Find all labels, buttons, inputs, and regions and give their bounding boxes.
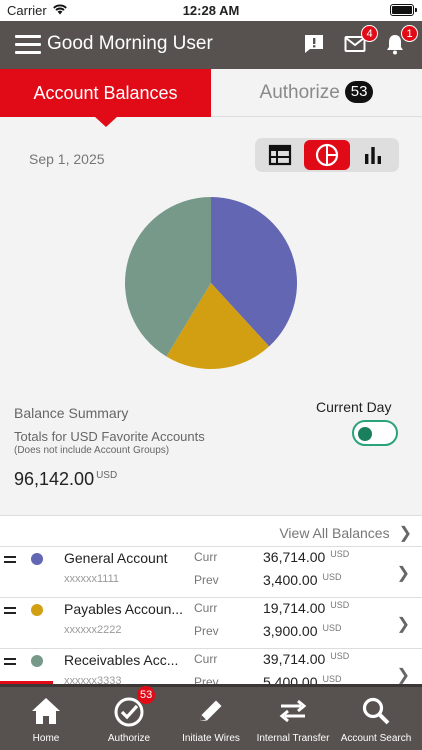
balance-summary-subtitle: Totals for USD Favorite Accounts: [14, 429, 205, 444]
chevron-right-icon: ❯: [398, 525, 412, 542]
curr-amount: 39,714.00 USD: [263, 651, 350, 667]
messages-badge: 4: [361, 25, 378, 42]
prev-amount: 3,900.00 USD: [263, 623, 342, 639]
drag-handle-icon[interactable]: [4, 556, 16, 564]
view-all-balances-link[interactable]: View All Balances ❯: [279, 523, 412, 543]
current-day-label: Current Day: [316, 399, 392, 415]
bar-view-button[interactable]: [351, 140, 397, 170]
nav-authorize-label: Authorize: [107, 733, 151, 744]
battery-icon: [390, 4, 417, 16]
nav-home[interactable]: Home: [4, 687, 88, 750]
account-color-dot: [31, 655, 43, 667]
view-toggle: [255, 138, 399, 172]
balance-total-currency: USD: [96, 470, 118, 481]
current-day-toggle[interactable]: [352, 420, 398, 446]
notifications-badge: 1: [401, 25, 418, 42]
bottom-nav: Home 53 Authorize Initiate Wires Interna…: [0, 684, 422, 750]
balance-pie-chart: [125, 197, 297, 369]
balance-total: 96,142.00 USD: [14, 469, 117, 490]
tab-authorize-label: Authorize: [259, 82, 340, 103]
prev-label: Prev: [194, 624, 219, 638]
greeting-title: Good Morning User: [47, 33, 213, 54]
account-row-receivables[interactable]: Receivables Acc... xxxxxx3333 Curr Prev …: [0, 648, 422, 685]
view-all-balances-label: View All Balances: [279, 525, 390, 541]
nav-internal-transfer-label: Internal Transfer: [256, 733, 330, 744]
account-color-dot: [31, 553, 43, 565]
messages-icon[interactable]: 4: [343, 25, 378, 58]
balance-date: Sep 1, 2025: [29, 151, 105, 167]
curr-label: Curr: [194, 652, 218, 666]
toggle-knob: [358, 427, 372, 441]
nav-authorize[interactable]: 53 Authorize: [87, 686, 171, 750]
transfer-arrows-icon: [279, 699, 307, 723]
prev-label: Prev: [194, 573, 219, 587]
authorize-count-badge: 53: [344, 81, 374, 103]
tab-authorize[interactable]: Authorize 53: [211, 69, 422, 117]
account-number: xxxxxx2222: [64, 624, 122, 636]
drag-handle-icon[interactable]: [4, 658, 16, 666]
chevron-right-icon: ❯: [396, 667, 410, 684]
balance-total-amount: 96,142.00: [14, 469, 95, 489]
app-header: Good Morning User 4 1: [0, 21, 422, 69]
table-view-button[interactable]: [257, 140, 303, 170]
nav-authorize-badge: 53: [137, 686, 156, 704]
feedback-icon[interactable]: [302, 32, 328, 58]
table-icon: [268, 144, 292, 166]
account-name: Payables Accoun...: [64, 601, 184, 617]
home-icon: [32, 698, 60, 724]
clock: 12:28 AM: [182, 3, 240, 18]
nav-internal-transfer[interactable]: Internal Transfer: [251, 687, 335, 750]
nav-initiate-wires[interactable]: Initiate Wires: [169, 687, 253, 750]
account-list: View All Balances ❯ General Account xxxxx…: [0, 515, 422, 685]
account-name: General Account: [64, 550, 168, 566]
pie-view-button[interactable]: [304, 140, 350, 170]
account-number: xxxxxx1111: [64, 573, 120, 585]
tab-account-balances-label: Account Balances: [33, 83, 178, 103]
nav-initiate-wires-label: Initiate Wires: [182, 733, 240, 744]
balance-summary-note: (Does not include Account Groups): [14, 445, 170, 456]
search-icon: [362, 697, 390, 725]
curr-label: Curr: [194, 550, 218, 564]
account-row-general[interactable]: General Account xxxxxx1111 Curr Prev 36,…: [0, 546, 422, 597]
active-tab-indicator: [94, 116, 118, 127]
nav-home-label: Home: [32, 733, 60, 744]
account-row-payables[interactable]: Payables Accoun... xxxxxx2222 Curr Prev …: [0, 597, 422, 648]
nav-account-search-label: Account Search: [340, 733, 412, 744]
bar-chart-icon: [365, 147, 381, 164]
curr-amount: 36,714.00 USD: [263, 549, 350, 565]
nav-account-search[interactable]: Account Search: [334, 687, 418, 750]
curr-label: Curr: [194, 601, 218, 615]
hamburger-menu-icon[interactable]: [15, 35, 41, 55]
drag-handle-icon[interactable]: [4, 607, 16, 615]
notifications-bell-icon[interactable]: 1: [383, 25, 418, 58]
account-name: Receivables Acc...: [64, 652, 179, 668]
chevron-right-icon: ❯: [396, 616, 410, 633]
tab-bar: Account Balances Authorize 53: [0, 69, 422, 127]
chevron-right-icon: ❯: [396, 565, 410, 582]
prev-amount: 3,400.00 USD: [263, 572, 342, 588]
pencil-icon: [200, 700, 222, 721]
account-color-dot: [31, 604, 43, 616]
balance-summary-title: Balance Summary: [14, 405, 129, 421]
pie-chart-icon: [315, 143, 339, 167]
status-bar: Carrier 12:28 AM: [0, 0, 422, 21]
tab-account-balances[interactable]: Account Balances: [0, 69, 211, 127]
curr-amount: 19,714.00 USD: [263, 600, 350, 616]
